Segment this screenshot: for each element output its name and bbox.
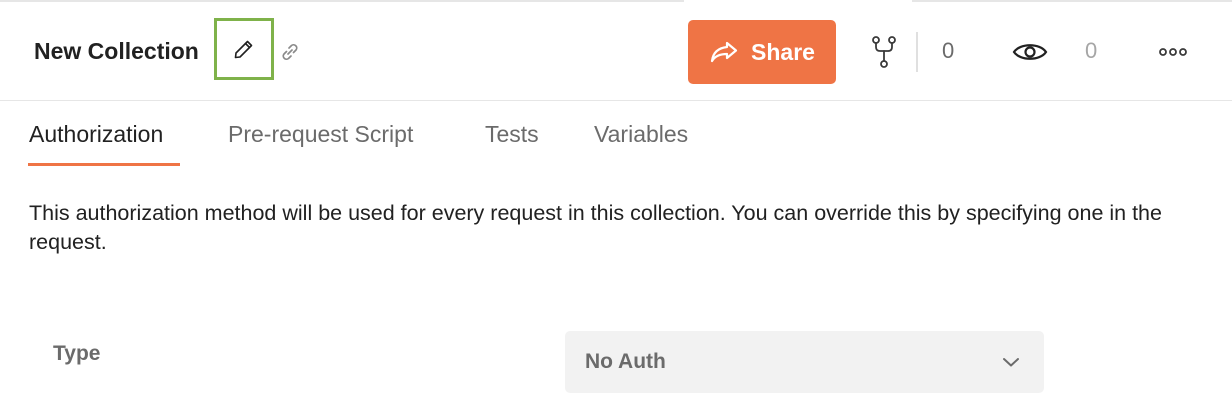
fork-icon bbox=[870, 34, 898, 70]
fork-button[interactable] bbox=[866, 34, 902, 70]
collection-header: New Collection Share 0 0 bbox=[0, 0, 1232, 101]
watch-button[interactable] bbox=[1010, 34, 1050, 70]
header-divider bbox=[916, 32, 918, 72]
share-arrow-icon bbox=[709, 40, 739, 64]
watch-count: 0 bbox=[1085, 38, 1098, 63]
more-horizontal-icon bbox=[1158, 47, 1188, 57]
pencil-icon bbox=[232, 37, 256, 61]
auth-type-value: No Auth bbox=[585, 350, 666, 373]
fork-count: 0 bbox=[942, 38, 955, 63]
tab-pre-request-script[interactable]: Pre-request Script bbox=[228, 119, 413, 149]
tab-variables[interactable]: Variables bbox=[594, 119, 688, 149]
tab-tests[interactable]: Tests bbox=[485, 119, 539, 149]
collection-page: New Collection Share 0 0 Authorization P… bbox=[0, 0, 1232, 412]
more-actions-button[interactable] bbox=[1156, 40, 1190, 64]
share-button[interactable]: Share bbox=[688, 20, 836, 84]
tab-authorization[interactable]: Authorization bbox=[29, 119, 163, 149]
auth-description: This authorization method will be used f… bbox=[29, 201, 1162, 254]
edit-name-button[interactable] bbox=[214, 18, 274, 80]
chevron-down-icon bbox=[1002, 356, 1020, 368]
share-label: Share bbox=[751, 38, 815, 65]
active-tab-indicator bbox=[28, 163, 180, 166]
collection-tabs: Authorization Pre-request Script Tests V… bbox=[0, 101, 1232, 167]
eye-icon bbox=[1012, 40, 1048, 64]
type-label: Type bbox=[53, 342, 101, 365]
collection-title: New Collection bbox=[34, 38, 199, 64]
auth-type-select[interactable]: No Auth bbox=[565, 331, 1044, 393]
link-icon bbox=[277, 39, 303, 65]
copy-link-button[interactable] bbox=[276, 38, 304, 66]
